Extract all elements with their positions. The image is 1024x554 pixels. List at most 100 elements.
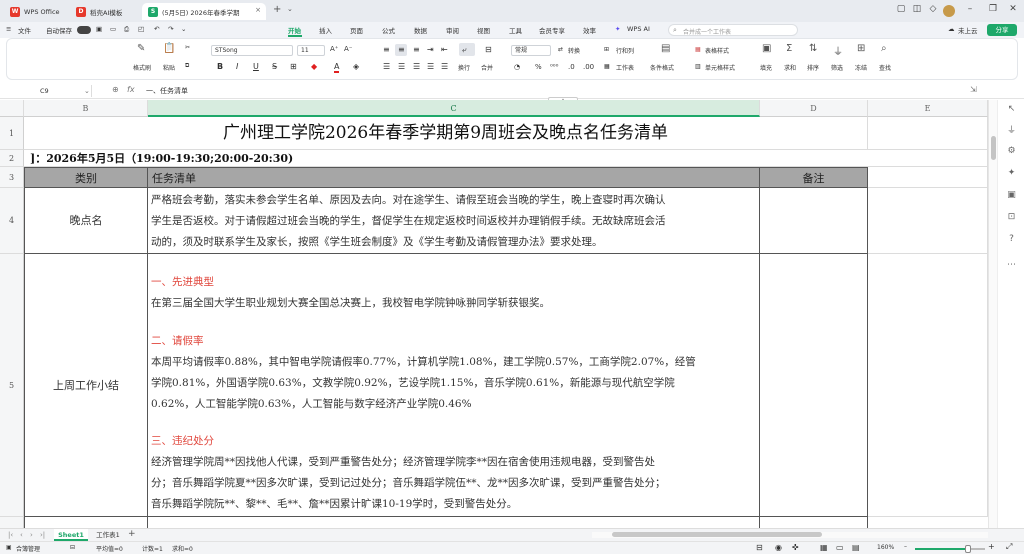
hamburger-icon[interactable]: ≡ (6, 25, 11, 33)
font-name-select[interactable]: STSong (211, 45, 293, 56)
ai-sparkle-icon[interactable]: ✦ (1006, 168, 1017, 179)
thousands-icon[interactable]: ⁰⁰⁰ (550, 63, 558, 71)
cell[interactable] (24, 517, 148, 528)
normal-view-icon[interactable]: ▦ (820, 543, 828, 552)
menu-view[interactable]: 视图 (477, 25, 490, 35)
menu-data[interactable]: 数据 (414, 25, 427, 35)
row-header-6[interactable] (0, 517, 24, 528)
menu-page[interactable]: 页面 (350, 25, 363, 35)
align-middle-icon[interactable]: ≡ (398, 45, 405, 54)
paste-button[interactable]: 粘贴 (163, 63, 175, 72)
sum-icon[interactable]: Σ (786, 43, 792, 54)
header-category[interactable]: 类别 (24, 167, 148, 188)
increase-font-icon[interactable]: A⁺ (330, 45, 338, 53)
cell[interactable] (760, 517, 868, 528)
redo-icon[interactable]: ↷ (168, 25, 173, 33)
book-manager-button[interactable]: 合簿管理 (16, 544, 40, 553)
indent-icon[interactable]: ⇥ (427, 45, 434, 54)
cell[interactable] (868, 254, 988, 517)
fill-color-icon[interactable]: ◆ (311, 62, 317, 71)
next-sheet-icon[interactable]: › (30, 531, 33, 539)
align-bottom-icon[interactable]: ≡ (413, 45, 420, 54)
prev-sheet-icon[interactable]: ‹ (20, 531, 23, 539)
conditional-format-icon[interactable]: ▤ (661, 43, 670, 54)
page-break-icon[interactable]: ▤ (852, 543, 860, 552)
sum-button[interactable]: 求和 (784, 63, 796, 72)
find-icon[interactable]: ⌕ (881, 43, 887, 54)
maximize-icon[interactable]: ❐ (985, 4, 1001, 14)
wrap-button[interactable]: 换行 (458, 63, 470, 72)
menu-efficiency[interactable]: 效率 (583, 25, 596, 35)
zoom-out-icon[interactable]: – (904, 543, 907, 550)
fill-button[interactable]: 填充 (760, 63, 772, 72)
tab-docer[interactable]: D 稻壳AI模板 (70, 3, 140, 20)
macro-icon[interactable]: ⊟ (70, 544, 75, 551)
layout-view-icon[interactable]: ⊟ (756, 543, 763, 552)
cloud-status[interactable]: 未上云 (958, 25, 978, 35)
bold-icon[interactable]: B (217, 62, 223, 71)
row-header-1[interactable]: 1 (0, 117, 24, 150)
layout-icon[interactable]: ◫ (909, 4, 925, 14)
date-line[interactable]: ]：2026年5月5日（19:00-19:30;20:00-20:30) (24, 150, 868, 167)
number-format-select[interactable]: 常规 (511, 45, 551, 56)
menu-review[interactable]: 审阅 (446, 25, 459, 35)
spreadsheet-grid[interactable]: B C D E 1 2 3 4 5 广州理工学院2026年春季学期第9周班会及晚… (0, 100, 988, 528)
cell[interactable] (868, 150, 988, 167)
save-icon[interactable]: ▣ (96, 25, 102, 33)
zoom-in-icon[interactable]: + (988, 542, 995, 551)
tab-spreadsheet[interactable]: S (5月5日) 2026年春季学期 × (142, 3, 266, 20)
menu-wps-ai[interactable]: WPS AI (627, 25, 650, 33)
image-icon[interactable]: ▣ (1006, 190, 1017, 201)
sort-button[interactable]: 排序 (807, 63, 819, 72)
decimal-decrease-icon[interactable]: .00 (583, 63, 594, 71)
vertical-scrollbar[interactable] (988, 100, 997, 528)
row-header-2[interactable]: 2 (0, 150, 24, 167)
first-sheet-icon[interactable]: |‹ (8, 531, 13, 539)
share-button[interactable]: 分享 (987, 24, 1017, 36)
cell[interactable] (868, 117, 988, 150)
merge-button[interactable]: 合并 (481, 63, 493, 72)
font-size-select[interactable]: 11 (297, 45, 325, 56)
eye-icon[interactable]: ◉ (775, 543, 782, 552)
menu-insert[interactable]: 插入 (319, 25, 332, 35)
percent-icon[interactable]: % (535, 63, 542, 71)
search-box[interactable]: ⌕ 合并成一个工作表 (668, 24, 798, 36)
cell-style-button[interactable]: 单元格样式 (705, 63, 735, 72)
column-header-c[interactable]: C (148, 100, 760, 117)
row-header-3[interactable]: 3 (0, 167, 24, 188)
paste-icon[interactable]: 📋 (163, 43, 175, 54)
menu-formula[interactable]: 公式 (382, 25, 395, 35)
align-left-icon[interactable]: ☰ (383, 62, 390, 71)
align-right-icon[interactable]: ☰ (413, 62, 420, 71)
formula-content[interactable]: 一、任务清单 (146, 86, 188, 96)
skin-icon[interactable]: ◇ (925, 4, 941, 14)
cell[interactable] (148, 517, 760, 528)
fullscreen-icon[interactable]: ⤢ (1006, 542, 1012, 552)
format-painter-button[interactable]: 格式刷 (133, 63, 151, 72)
translate-icon[interactable]: ⊡ (1006, 212, 1017, 223)
table-style-button[interactable]: 表格样式 (705, 46, 729, 55)
copy-icon[interactable]: ⧉ (185, 62, 189, 70)
outdent-icon[interactable]: ⇤ (441, 45, 448, 54)
fx-icon[interactable]: fx (127, 85, 135, 94)
sheet-tab-worksheet1[interactable]: 工作表1 (92, 529, 124, 541)
undo-icon[interactable]: ↶ (154, 25, 159, 33)
print-icon[interactable]: ⎙ (124, 25, 129, 34)
merge-icon[interactable]: ⊟ (485, 45, 492, 54)
zoom-slider-handle[interactable] (965, 545, 971, 553)
clear-format-icon[interactable]: ◈ (353, 62, 359, 71)
chevron-down-icon[interactable]: ⌄ (287, 5, 293, 13)
notes-cell[interactable] (760, 254, 868, 517)
filter-icon[interactable]: ⏚ (833, 43, 843, 58)
expand-formula-icon[interactable]: ⇲ (970, 85, 977, 94)
category-weekly-summary[interactable]: 上周工作小结 (24, 254, 148, 517)
file-menu[interactable]: 文件 (18, 25, 31, 35)
strikethrough-icon[interactable]: S̶ (272, 62, 277, 71)
help-icon[interactable]: ? (1006, 234, 1017, 245)
column-header-b[interactable]: B (24, 100, 148, 117)
add-sheet-button[interactable]: + (128, 529, 136, 539)
align-top-icon[interactable]: ≡ (383, 45, 390, 54)
close-tab-icon[interactable]: × (255, 6, 261, 14)
menu-tools[interactable]: 工具 (509, 25, 522, 35)
column-header-e[interactable]: E (868, 100, 988, 117)
